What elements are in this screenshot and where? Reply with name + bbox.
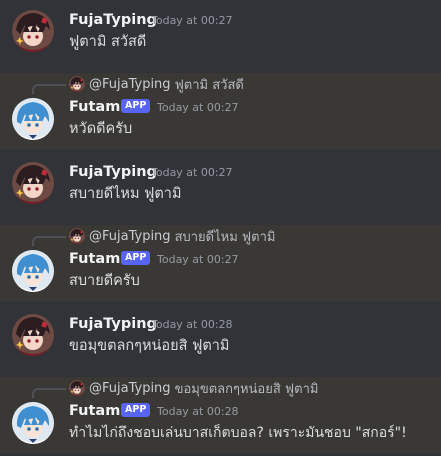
message-content: สบายดีไหม ฟูตามิ [69, 186, 182, 202]
author-name[interactable]: FujaTyping [69, 163, 157, 181]
reply-avatar [69, 76, 85, 92]
reply-avatar [69, 380, 85, 396]
reply-preview-text: สบายดีไหม ฟูตามิ [174, 229, 276, 245]
dark-hair-anime-avatar-icon [69, 380, 85, 396]
app-badge: APP [121, 403, 151, 417]
blue-hair-anime-avatar-icon [12, 98, 54, 140]
avatar[interactable] [12, 250, 54, 292]
message-timestamp[interactable]: Today at 00:27 [151, 166, 233, 180]
dark-hair-anime-avatar-icon [12, 10, 54, 52]
reply-spine [32, 388, 66, 398]
message-timestamp[interactable]: Today at 00:27 [157, 253, 239, 267]
reply-preview[interactable]: @FujaTyping สบายดีไหม ฟูตามิ [69, 227, 275, 245]
avatar[interactable] [12, 10, 54, 52]
avatar[interactable] [12, 402, 54, 444]
reply-preview[interactable]: @FujaTyping ฟูตามิ สวัสดี [69, 75, 244, 93]
reply-mention[interactable]: @FujaTyping [89, 381, 171, 396]
author-name[interactable]: Futami [69, 250, 125, 268]
message-content: หวัดดีครับ [69, 121, 133, 137]
avatar[interactable] [12, 98, 54, 140]
reply-preview-text: ขอมุขตลกๆหน่อยสิ ฟูตามิ [174, 381, 319, 397]
author-name[interactable]: FujaTyping [69, 315, 157, 333]
dark-hair-anime-avatar-icon [69, 76, 85, 92]
chat-message[interactable]: @FujaTyping ฟูตามิ สวัสดี Futami APP Tod… [0, 73, 441, 149]
app-badge: APP [121, 251, 151, 265]
chat-message[interactable]: FujaTyping Today at 00:27 ฟูตามิ สวัสดี [0, 0, 441, 70]
blue-hair-anime-avatar-icon [12, 402, 54, 444]
reply-preview[interactable]: @FujaTyping ขอมุขตลกๆหน่อยสิ ฟูตามิ [69, 379, 318, 397]
reply-preview-text: ฟูตามิ สวัสดี [174, 77, 244, 93]
avatar[interactable] [12, 162, 54, 204]
message-timestamp[interactable]: Today at 00:28 [157, 405, 239, 419]
dark-hair-anime-avatar-icon [69, 228, 85, 244]
chat-message[interactable]: FujaTyping Today at 00:27 สบายดีไหม ฟูตา… [0, 152, 441, 222]
message-timestamp[interactable]: Today at 00:27 [157, 101, 239, 115]
author-name[interactable]: Futami [69, 402, 125, 420]
chat-message[interactable]: FujaTyping Today at 00:28 ขอมุขตลกๆหน่อย… [0, 304, 441, 374]
message-content: ทำไมไก่ถึงชอบเล่นบาสเก็ตบอล? เพราะมันชอบ… [69, 425, 407, 441]
reply-spine [32, 236, 66, 246]
reply-avatar [69, 228, 85, 244]
blue-hair-anime-avatar-icon [12, 250, 54, 292]
dark-hair-anime-avatar-icon [12, 314, 54, 356]
chat-log: FujaTyping Today at 00:27 ฟูตามิ สวัสดี … [0, 0, 441, 456]
dark-hair-anime-avatar-icon [12, 162, 54, 204]
message-content: ขอมุขตลกๆหน่อยสิ ฟูตามิ [69, 338, 230, 354]
message-content: สบายดีครับ [69, 273, 140, 289]
reply-spine [32, 84, 66, 94]
message-content: ฟูตามิ สวัสดี [69, 34, 147, 50]
message-timestamp[interactable]: Today at 00:28 [151, 318, 233, 332]
avatar[interactable] [12, 314, 54, 356]
message-timestamp[interactable]: Today at 00:27 [151, 14, 233, 28]
app-badge: APP [121, 99, 151, 113]
chat-message[interactable]: @FujaTyping สบายดีไหม ฟูตามิ Futami APP … [0, 225, 441, 301]
reply-mention[interactable]: @FujaTyping [89, 229, 171, 244]
author-name[interactable]: Futami [69, 98, 125, 116]
reply-mention[interactable]: @FujaTyping [89, 77, 171, 92]
chat-message[interactable]: @FujaTyping ขอมุขตลกๆหน่อยสิ ฟูตามิ Futa… [0, 377, 441, 453]
author-name[interactable]: FujaTyping [69, 11, 157, 29]
